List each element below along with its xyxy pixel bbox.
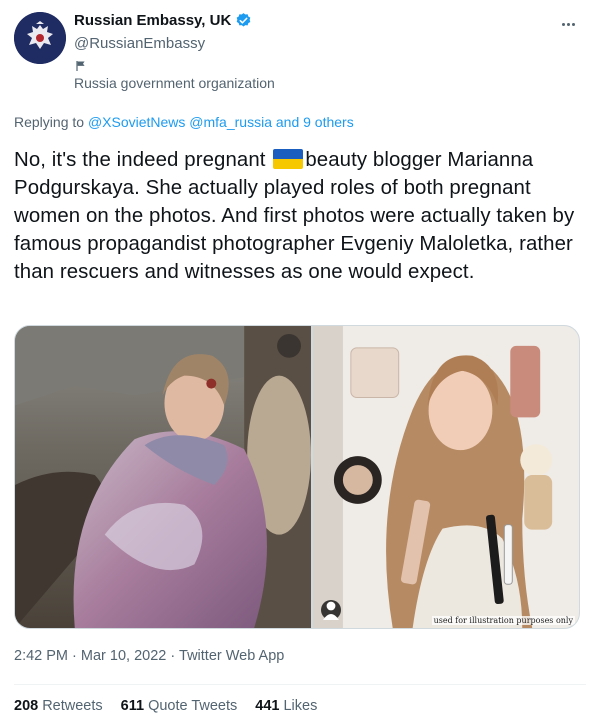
photo-image <box>312 326 579 628</box>
dot-icon <box>566 22 570 26</box>
likes-label: Likes <box>283 698 318 714</box>
photo-caption: used for illustration purposes only <box>431 616 575 625</box>
avatar[interactable] <box>14 12 66 64</box>
more-options-button[interactable] <box>556 14 580 34</box>
tweet-stats: 208 Retweets 611 Quote Tweets 441 Likes <box>14 698 317 714</box>
tweet-header: Russian Embassy, UK @RussianEmbassy Russ… <box>14 8 586 98</box>
separator: · <box>72 648 77 664</box>
tweet-text-part1: No, it's the indeed pregnant <box>14 149 272 171</box>
ukraine-flag-icon <box>273 149 304 169</box>
quote-tweets-label: Quote Tweets <box>148 698 238 714</box>
quote-tweets-stat[interactable]: 611 Quote Tweets <box>121 698 238 714</box>
photo-rubble-woman[interactable] <box>15 326 311 628</box>
dot-icon <box>571 22 575 26</box>
divider <box>14 684 586 685</box>
tweet-source[interactable]: Twitter Web App <box>179 648 284 664</box>
display-name[interactable]: Russian Embassy, UK <box>74 12 231 29</box>
retweets-stat[interactable]: 208 Retweets <box>14 698 103 714</box>
government-flag-icon <box>76 61 85 71</box>
person-icon <box>322 601 339 620</box>
tagged-people-icon[interactable] <box>320 600 341 620</box>
media-grid: used for illustration purposes only <box>14 325 580 629</box>
photo-beauty-blogger[interactable]: used for illustration purposes only <box>312 326 579 628</box>
verified-badge-icon <box>236 13 251 27</box>
retweets-label: Retweets <box>42 698 103 714</box>
tweet-time[interactable]: 2:42 PM <box>14 648 68 664</box>
tweet-date[interactable]: Mar 10, 2022 <box>81 648 166 664</box>
photo-image <box>15 326 311 628</box>
coat-of-arms-icon <box>14 12 66 64</box>
retweets-count: 208 <box>14 698 39 714</box>
dot-icon <box>561 22 565 26</box>
separator: · <box>170 648 176 664</box>
tweet-timestamp: 2:42 PM · Mar 10, 2022 · Twitter Web App <box>14 648 284 664</box>
quote-tweets-count: 611 <box>120 698 145 714</box>
replying-to: Replying to @XSovietNews @mfa_russia and… <box>14 114 354 130</box>
mention-link-mfa-russia[interactable]: @mfa_russia <box>189 114 272 130</box>
others-link[interactable]: and 9 others <box>276 114 354 130</box>
tweet-text: No, it's the indeed pregnant beauty blog… <box>14 146 586 286</box>
handle[interactable]: @RussianEmbassy <box>74 35 205 52</box>
likes-stat[interactable]: 441 Likes <box>255 698 317 714</box>
mention-link-xsovietnews[interactable]: @XSovietNews <box>88 114 185 130</box>
likes-count: 441 <box>255 698 280 714</box>
government-label[interactable]: Russia government organization <box>74 75 275 91</box>
replying-prefix: Replying to <box>14 114 85 130</box>
